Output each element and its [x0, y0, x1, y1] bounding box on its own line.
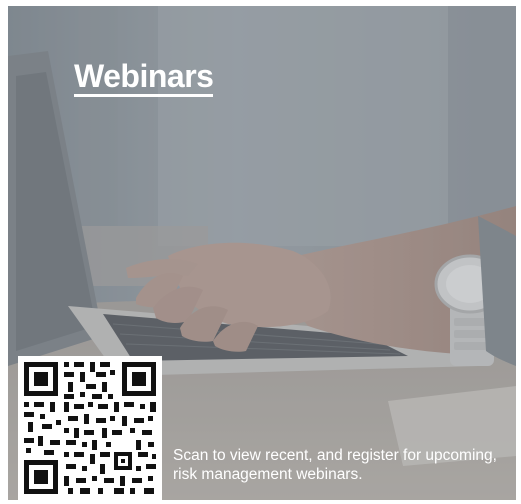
qr-code-icon[interactable]	[18, 356, 162, 500]
webinar-promo-card: Webinars Scan to view recent, and regist…	[8, 6, 516, 500]
qr-code-graphic	[18, 356, 162, 500]
webinars-title: Webinars	[74, 58, 214, 97]
promo-caption: Scan to view recent, and register for up…	[173, 447, 497, 483]
